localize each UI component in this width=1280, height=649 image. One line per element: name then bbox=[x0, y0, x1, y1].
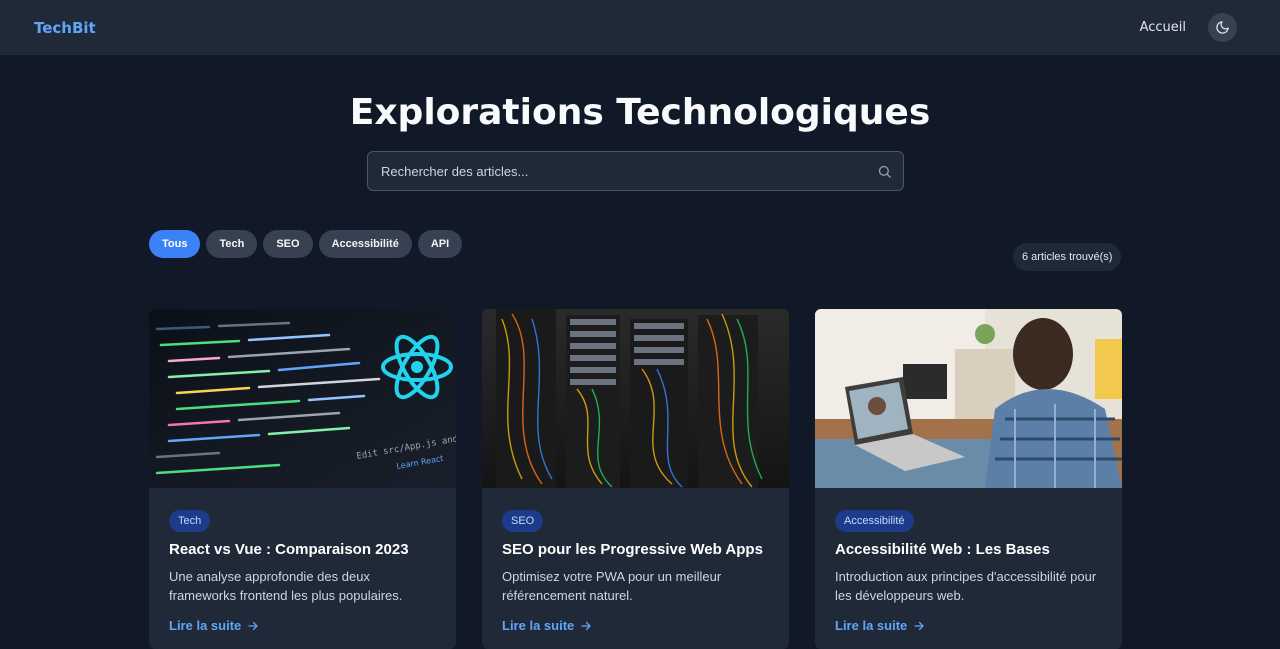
arrow-right-icon bbox=[581, 621, 591, 630]
moon-icon bbox=[1216, 21, 1229, 34]
search-icon[interactable] bbox=[877, 164, 892, 179]
search-input[interactable] bbox=[368, 152, 903, 190]
card-body: Accessibilité Accessibilité Web : Les Ba… bbox=[815, 488, 1122, 649]
search-bar bbox=[367, 151, 904, 191]
article-description: Introduction aux principes d'accessibili… bbox=[835, 569, 1097, 603]
article-title[interactable]: Accessibilité Web : Les Bases bbox=[835, 541, 1102, 558]
article-title[interactable]: SEO pour les Progressive Web Apps bbox=[502, 541, 769, 558]
category-badge: Accessibilité bbox=[835, 510, 914, 532]
arrow-right-icon bbox=[914, 621, 924, 630]
page-title: Explorations Technologiques bbox=[349, 92, 931, 133]
filter-chip-accessibility[interactable]: Accessibilité bbox=[318, 230, 412, 258]
article-image-server-rack bbox=[482, 309, 789, 488]
navbar: TechBit Accueil bbox=[0, 0, 1280, 55]
read-more-label: Lire la suite bbox=[502, 618, 575, 633]
theme-toggle-button[interactable] bbox=[1208, 13, 1237, 42]
category-filters: Tous Tech SEO Accessibilité API bbox=[149, 230, 463, 258]
article-description: Optimisez votre PWA pour un meilleur réf… bbox=[502, 569, 722, 603]
read-more-link[interactable]: Lire la suite bbox=[835, 618, 925, 633]
read-more-label: Lire la suite bbox=[169, 618, 242, 633]
filter-chip-all[interactable]: Tous bbox=[149, 230, 201, 258]
filter-chip-tech[interactable]: Tech bbox=[206, 230, 258, 258]
arrow-right-icon bbox=[248, 621, 258, 630]
article-card[interactable]: SEO SEO pour les Progressive Web Apps Op… bbox=[482, 309, 789, 649]
read-more-label: Lire la suite bbox=[835, 618, 908, 633]
card-body: Tech React vs Vue : Comparaison 2023 Une… bbox=[149, 488, 456, 649]
article-image-person-laptop bbox=[815, 309, 1122, 488]
article-image-react-code: Edit src/App.js and save to reload. Lear… bbox=[149, 309, 456, 488]
card-body: SEO SEO pour les Progressive Web Apps Op… bbox=[482, 488, 789, 649]
filter-chip-seo[interactable]: SEO bbox=[263, 230, 313, 258]
category-badge: SEO bbox=[502, 510, 544, 532]
article-title[interactable]: React vs Vue : Comparaison 2023 bbox=[169, 541, 436, 558]
filter-chip-api[interactable]: API bbox=[417, 230, 463, 258]
nav-right: Accueil bbox=[1140, 13, 1246, 42]
category-badge: Tech bbox=[169, 510, 211, 532]
results-count-badge: 6 articles trouvé(s) bbox=[1013, 243, 1122, 271]
article-description: Une analyse approfondie des deux framewo… bbox=[169, 569, 403, 603]
read-more-link[interactable]: Lire la suite bbox=[502, 618, 592, 633]
read-more-link[interactable]: Lire la suite bbox=[169, 618, 259, 633]
article-card[interactable]: Edit src/App.js and save to reload. Lear… bbox=[149, 309, 456, 649]
brand-logo[interactable]: TechBit bbox=[34, 19, 96, 37]
article-card[interactable]: Accessibilité Accessibilité Web : Les Ba… bbox=[815, 309, 1122, 649]
nav-link-home[interactable]: Accueil bbox=[1140, 20, 1186, 35]
